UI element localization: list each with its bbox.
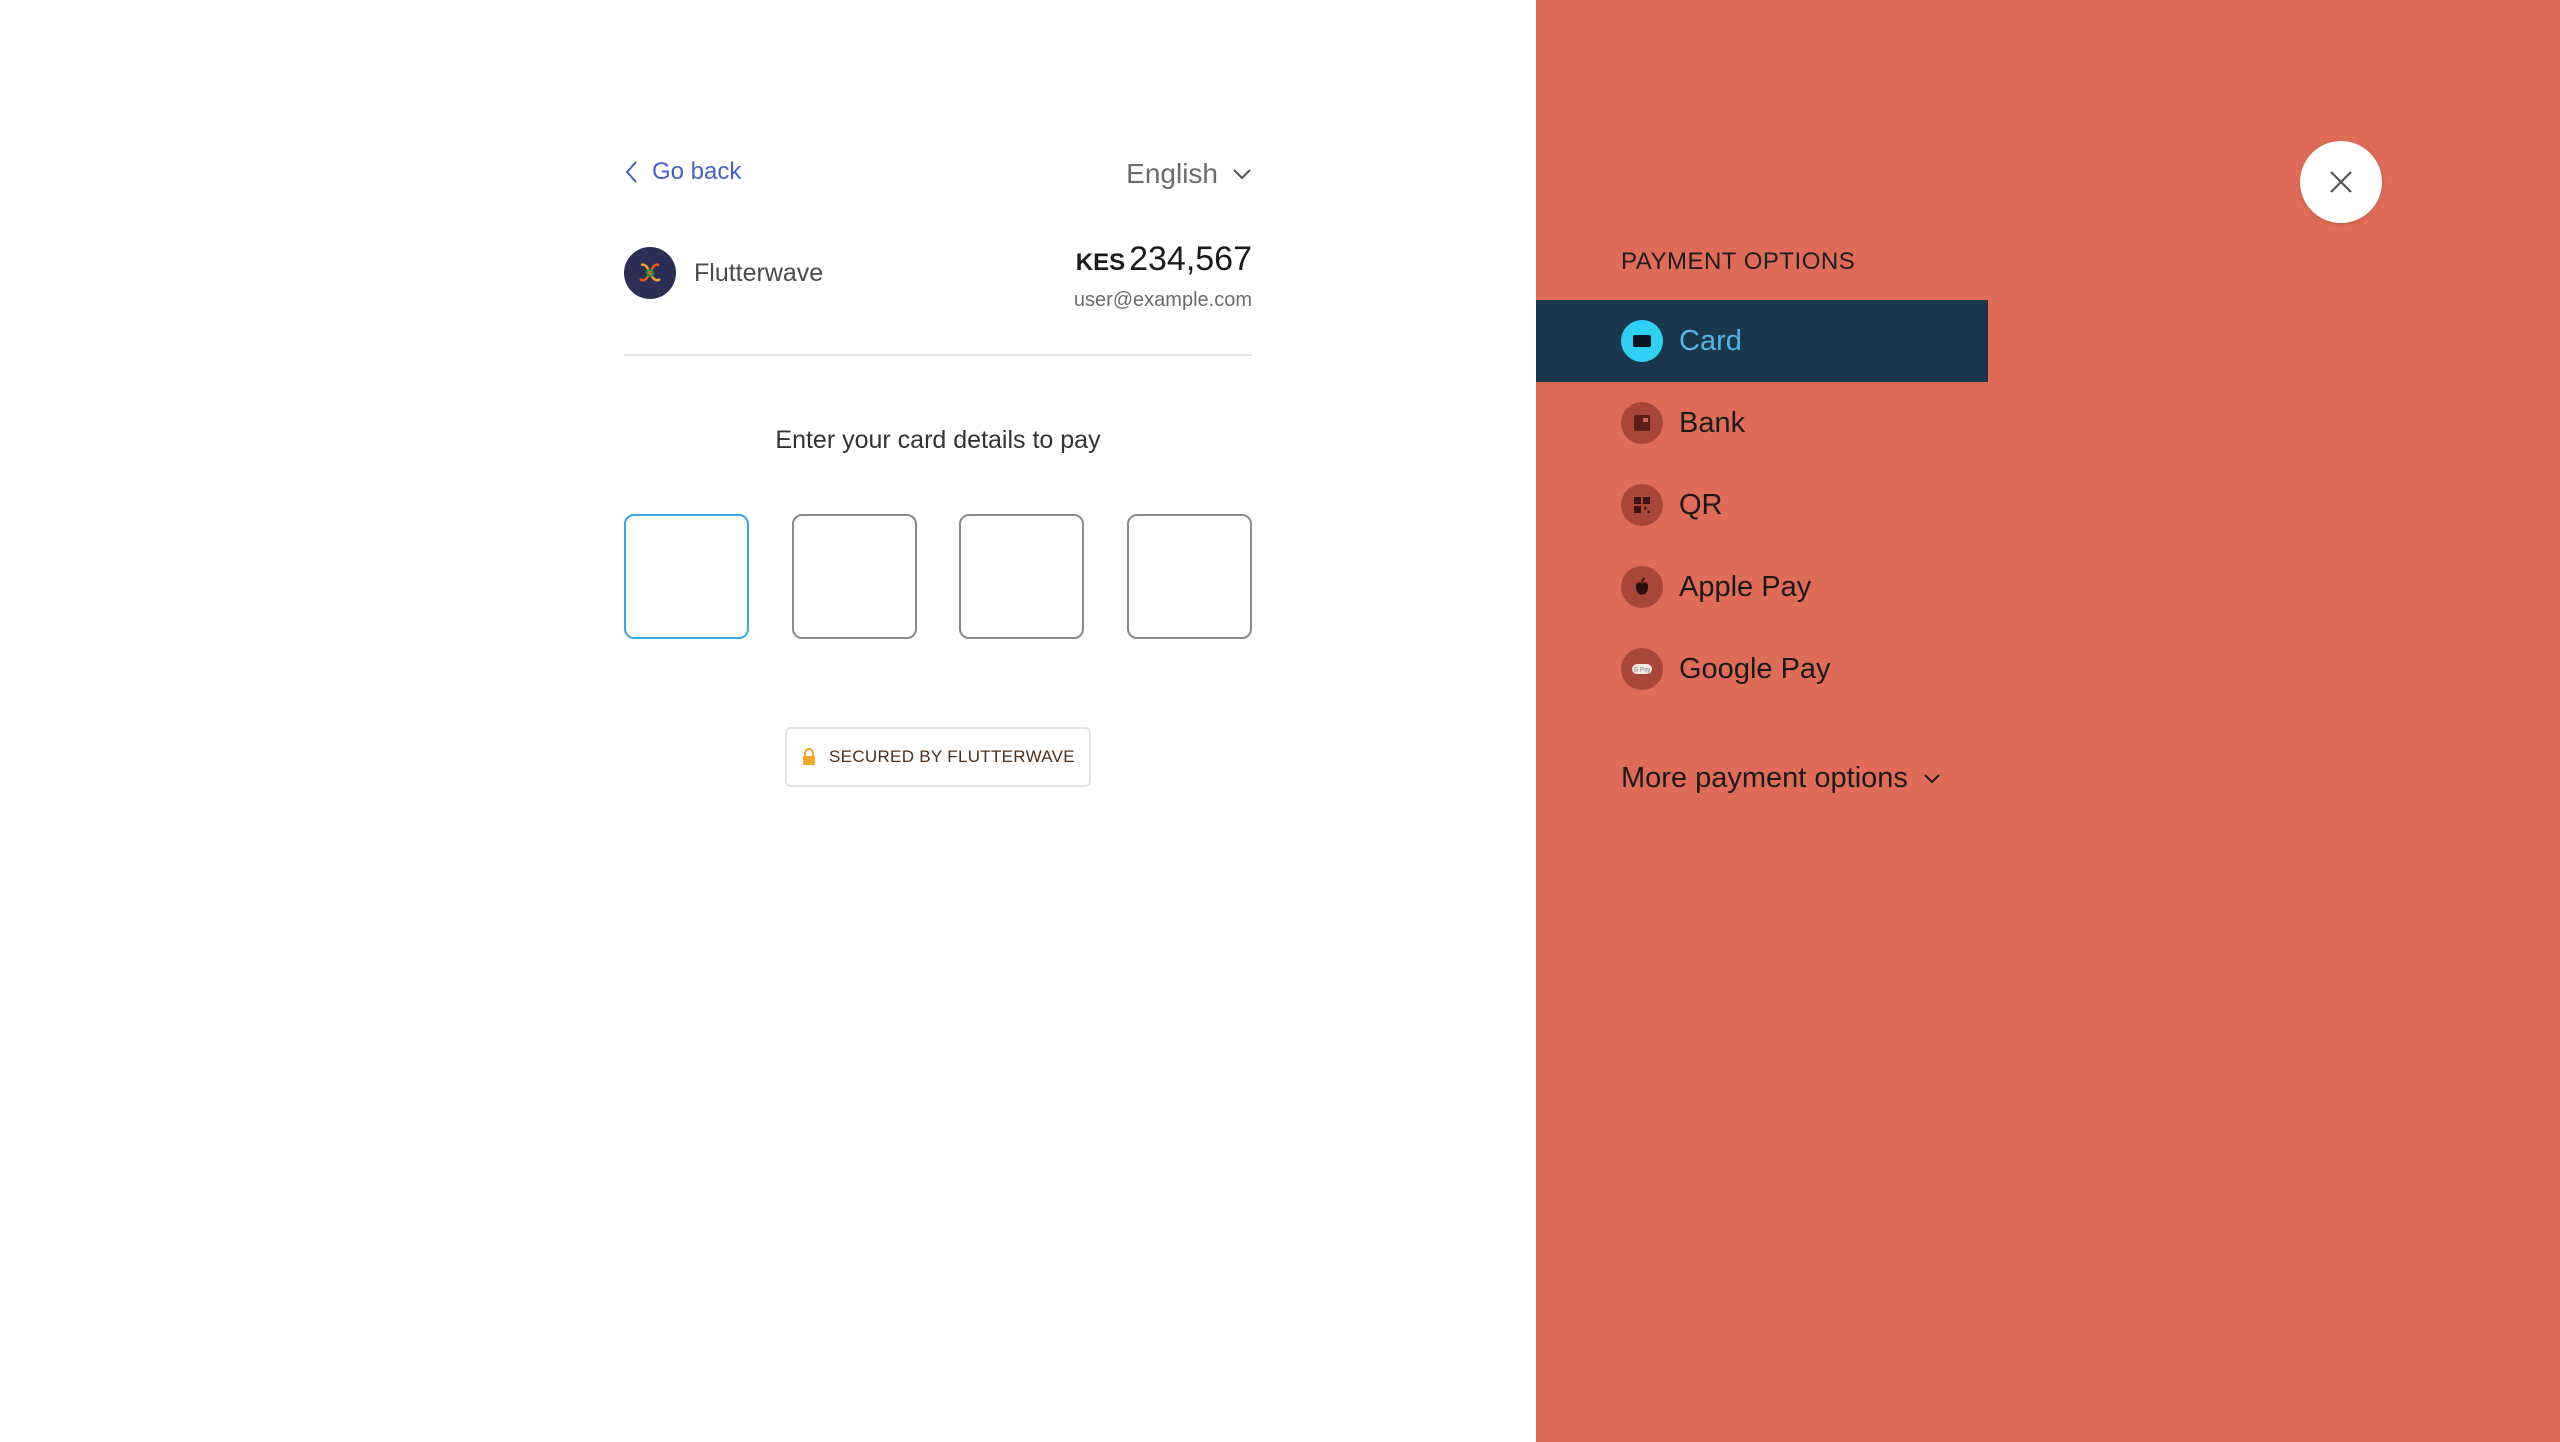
option-label: Bank (1679, 406, 1746, 439)
language-label: English (1126, 158, 1218, 189)
more-payment-options-label: More payment options (1621, 762, 1908, 794)
close-button[interactable] (2300, 141, 2382, 223)
divider (624, 354, 1252, 356)
secured-label: SECURED BY FLUTTERWAVE (829, 747, 1075, 766)
apple-icon (1621, 566, 1663, 608)
svg-text:G Pay: G Pay (1634, 668, 1651, 674)
option-label: QR (1679, 488, 1723, 521)
option-label: Google Pay (1679, 652, 1831, 685)
option-label: Apple Pay (1679, 570, 1812, 603)
card-details-prompt: Enter your card details to pay (775, 426, 1101, 454)
secured-badge: SECURED BY FLUTTERWAVE (785, 727, 1091, 787)
payment-amount-block: KES 234,567 user@example.com (1074, 240, 1252, 312)
google-pay-icon: G Pay (1621, 648, 1663, 690)
currency-code: KES (1075, 249, 1126, 276)
qr-icon (1621, 484, 1663, 526)
payment-options-list: Card Bank QR Apple Pay G Pay Google Pay (1536, 300, 1988, 710)
more-payment-options-button[interactable]: More payment options (1621, 762, 1942, 795)
lock-icon (803, 748, 816, 765)
option-card[interactable]: Card (1536, 300, 1988, 382)
customer-email: user@example.com (1073, 289, 1252, 311)
bank-icon (1621, 402, 1663, 444)
card-input-group (624, 514, 1252, 639)
payment-options-title: PAYMENT OPTIONS (1621, 248, 1856, 275)
go-back-link[interactable]: Go back (624, 158, 741, 186)
card-input-3[interactable] (959, 514, 1085, 639)
card-input-1[interactable] (624, 514, 749, 639)
checkout-main: Go back English Flutterwave KES 234,567 … (0, 0, 1536, 1442)
option-qr[interactable]: QR (1536, 464, 1988, 546)
option-google-pay[interactable]: G Pay Google Pay (1536, 628, 1988, 710)
flutterwave-logo-icon (639, 263, 661, 282)
language-selector[interactable]: English (1126, 158, 1252, 190)
amount-value: 234,567 (1129, 240, 1252, 278)
payment-options-panel (1536, 0, 2560, 1442)
card-icon (1621, 320, 1663, 362)
chevron-down-icon (1233, 169, 1251, 180)
merchant-info: Flutterwave (624, 247, 823, 299)
go-back-label: Go back (652, 158, 742, 185)
chevron-down-icon (1924, 773, 1940, 783)
merchant-logo (624, 247, 676, 299)
merchant-name: Flutterwave (694, 258, 824, 287)
card-input-4[interactable] (1126, 514, 1252, 639)
option-bank[interactable]: Bank (1536, 382, 1988, 464)
option-label: Card (1679, 324, 1742, 357)
chevron-left-icon (625, 161, 637, 183)
option-apple-pay[interactable]: Apple Pay (1536, 546, 1988, 628)
close-icon (2330, 171, 2352, 193)
card-input-2[interactable] (791, 514, 917, 639)
